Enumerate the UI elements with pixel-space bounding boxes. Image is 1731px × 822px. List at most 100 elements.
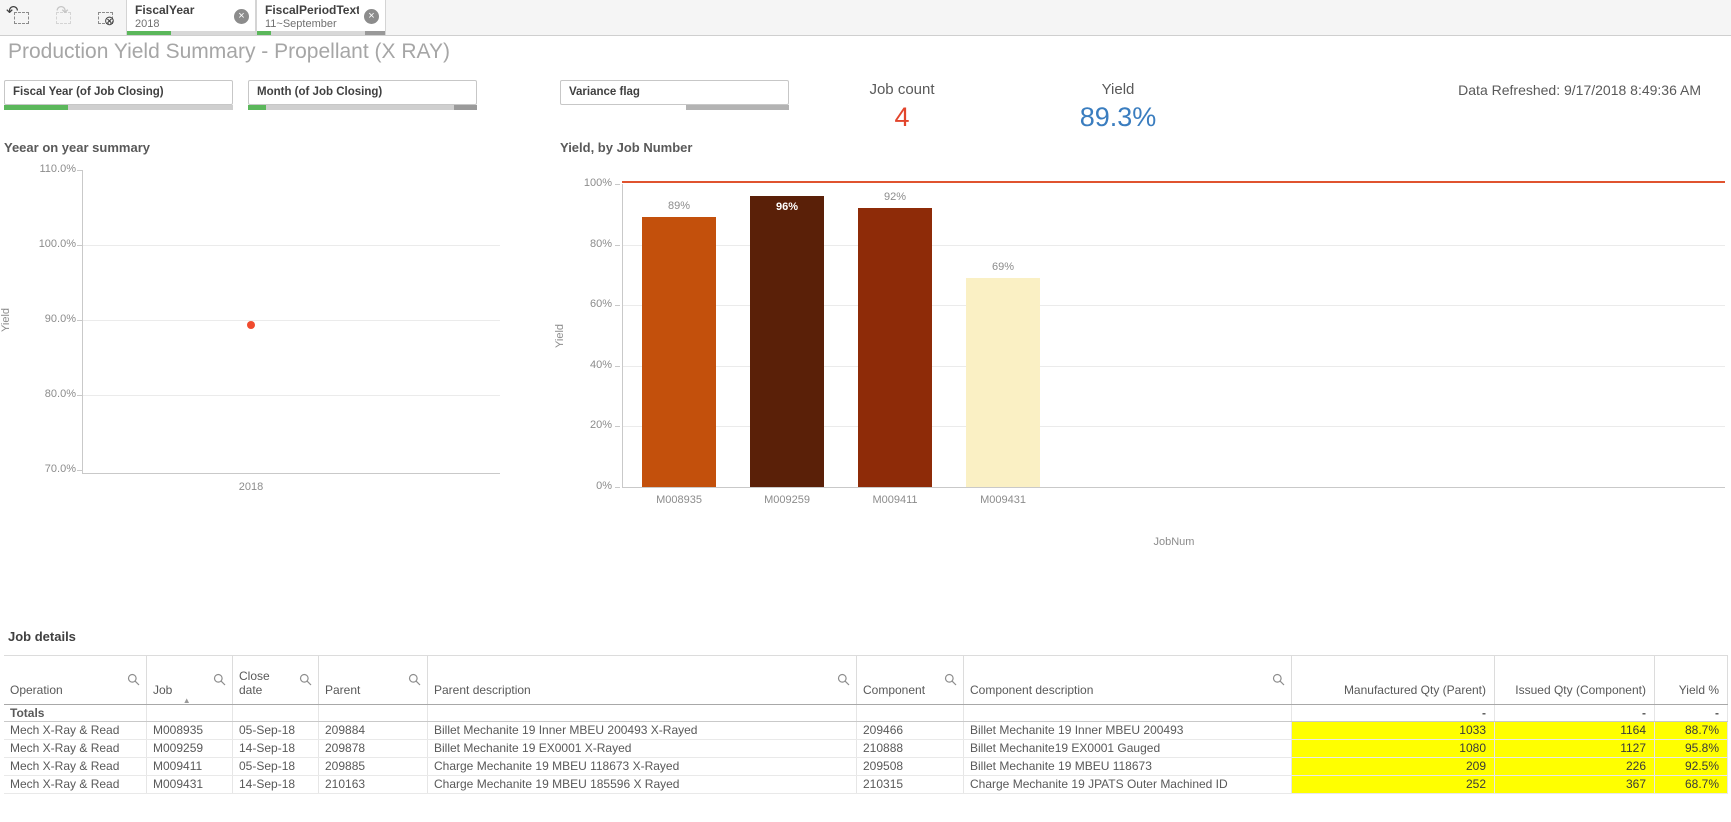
cell[interactable]: 05-Sep-18 xyxy=(233,722,319,739)
column-header-manufactured-qty-parent-[interactable]: Manufactured Qty (Parent) xyxy=(1292,656,1495,704)
cell[interactable]: 1164 xyxy=(1495,722,1655,739)
cell[interactable]: 14-Sep-18 xyxy=(233,776,319,793)
cell[interactable]: 209 xyxy=(1292,758,1495,775)
column-header-close-date[interactable]: Close date xyxy=(233,656,319,704)
table-header-row: Operation Job ▲ Close date Parent Parent desc… xyxy=(4,655,1728,705)
bar-M009411[interactable] xyxy=(858,208,932,487)
cell[interactable]: 05-Sep-18 xyxy=(233,758,319,775)
cell[interactable]: 68.7% xyxy=(1655,776,1728,793)
state-segment xyxy=(248,105,267,110)
column-header-job[interactable]: Job ▲ xyxy=(147,656,233,705)
column-header-label: Component description xyxy=(970,683,1094,697)
cell[interactable]: Billet Mechanite 19 Inner MBEU 200493 X-… xyxy=(428,722,857,739)
kpi-job-count: Job count 4 xyxy=(817,80,987,133)
selection-chip-fiscalperiodtext[interactable]: FiscalPeriodText 11~September × xyxy=(256,0,386,35)
cell[interactable]: Billet Mechanite 19 Inner MBEU 200493 xyxy=(964,722,1292,739)
clear-all-selections-button[interactable]: ⊗ xyxy=(84,0,126,35)
bar-value-label: 96% xyxy=(775,201,799,214)
cell[interactable]: 209508 xyxy=(857,758,964,775)
cell[interactable]: 226 xyxy=(1495,758,1655,775)
cell[interactable]: Mech X-Ray & Read xyxy=(4,776,147,793)
search-icon[interactable] xyxy=(944,673,958,687)
bar-M009259[interactable] xyxy=(750,196,824,487)
y-tick-label: 80% xyxy=(589,237,612,250)
column-header-parent-description[interactable]: Parent description xyxy=(428,656,857,704)
cell: - xyxy=(1655,705,1728,721)
column-header-parent[interactable]: Parent xyxy=(319,656,428,704)
cell[interactable]: 367 xyxy=(1495,776,1655,793)
y-tick-mark xyxy=(615,244,620,246)
y-tick-label: 110.0% xyxy=(39,163,77,175)
gridline xyxy=(82,320,500,321)
cell[interactable]: M009431 xyxy=(147,776,233,793)
cell[interactable]: Billet Mechanite 19 MBEU 118673 xyxy=(964,758,1292,775)
cell[interactable]: 210315 xyxy=(857,776,964,793)
cell[interactable]: Charge Mechanite 19 MBEU 185596 X Rayed xyxy=(428,776,857,793)
cell[interactable]: 88.7% xyxy=(1655,722,1728,739)
column-header-issued-qty-component-[interactable]: Issued Qty (Component) xyxy=(1495,656,1655,704)
cell[interactable]: Mech X-Ray & Read xyxy=(4,722,147,739)
cell[interactable]: 209884 xyxy=(319,722,428,739)
bar-M009431[interactable] xyxy=(966,277,1040,487)
filterbox-fiscal-year-of-job-closing-[interactable]: Fiscal Year (of Job Closing) xyxy=(4,80,233,110)
filterbox-variance-flag[interactable]: Variance flag xyxy=(560,80,789,110)
cell[interactable]: 210888 xyxy=(857,740,964,757)
state-segment xyxy=(271,31,365,35)
data-point-2018[interactable] xyxy=(247,321,255,330)
cell[interactable]: 14-Sep-18 xyxy=(233,740,319,757)
cell[interactable]: 1080 xyxy=(1292,740,1495,757)
search-icon[interactable] xyxy=(408,673,422,687)
chip-field-name: FiscalPeriodText xyxy=(265,3,359,17)
x-axis-line xyxy=(82,473,500,474)
column-header-component-description[interactable]: Component description xyxy=(964,656,1292,704)
state-segment xyxy=(68,105,233,110)
cell[interactable]: Charge Mechanite 19 JPATS Outer Machined… xyxy=(964,776,1292,793)
gridline xyxy=(82,395,500,396)
search-icon[interactable] xyxy=(837,673,851,687)
search-icon[interactable] xyxy=(1272,673,1286,687)
y-axis-title: Yield xyxy=(0,307,13,333)
remove-selection-icon[interactable]: × xyxy=(364,9,379,24)
cell[interactable]: M009259 xyxy=(147,740,233,757)
search-icon[interactable] xyxy=(299,673,313,687)
column-header-component[interactable]: Component xyxy=(857,656,964,704)
cell[interactable]: 252 xyxy=(1292,776,1495,793)
cell[interactable]: Billet Mechanite 19 EX0001 X-Rayed xyxy=(428,740,857,757)
cell[interactable]: 1033 xyxy=(1292,722,1495,739)
cell[interactable]: M008935 xyxy=(147,722,233,739)
search-icon[interactable] xyxy=(213,673,227,687)
table-row: Mech X-Ray & Read M009431 14-Sep-18 210163 C… xyxy=(4,776,1728,794)
cell[interactable]: 92.5% xyxy=(1655,758,1728,775)
cell[interactable]: 1127 xyxy=(1495,740,1655,757)
column-header-yield-[interactable]: Yield % xyxy=(1655,656,1728,704)
job-details-table: Job details Operation Job ▲ Close date Parent… xyxy=(0,625,1731,822)
cell[interactable]: 209878 xyxy=(319,740,428,757)
cell[interactable]: 210163 xyxy=(319,776,428,793)
filterbox-month-of-job-closing-[interactable]: Month (of Job Closing) xyxy=(248,80,477,110)
cell[interactable]: 209885 xyxy=(319,758,428,775)
remove-selection-icon[interactable]: × xyxy=(234,9,249,24)
filterbox-state-bar xyxy=(4,105,233,110)
cell[interactable]: M009411 xyxy=(147,758,233,775)
cell[interactable]: 209466 xyxy=(857,722,964,739)
cell[interactable]: 95.8% xyxy=(1655,740,1728,757)
column-header-label: Parent xyxy=(325,683,361,697)
data-refreshed-text: Data Refreshed: 9/17/2018 8:49:36 AM xyxy=(1458,82,1701,98)
cell[interactable]: Mech X-Ray & Read xyxy=(4,758,147,775)
kpi-label: Yield xyxy=(1101,81,1135,98)
step-back-selection-button[interactable]: ↶ xyxy=(0,0,42,35)
cell[interactable]: Mech X-Ray & Read xyxy=(4,740,147,757)
selections-bar: ↶ ↷ ⊗ FiscalYear 2018 × FiscalPeriodText 11~Se… xyxy=(0,0,1731,36)
cell[interactable]: Charge Mechanite 19 MBEU 118673 X-Rayed xyxy=(428,758,857,775)
cell xyxy=(319,705,428,721)
selection-chip-fiscalyear[interactable]: FiscalYear 2018 × xyxy=(126,0,256,35)
cell xyxy=(857,705,964,721)
search-icon[interactable] xyxy=(127,673,141,687)
cell[interactable]: Billet Mechanite19 EX0001 Gauged xyxy=(964,740,1292,757)
step-back-selection-glyph: ↶ xyxy=(6,3,19,20)
bar-value-label: 92% xyxy=(883,191,907,204)
y-tick-label: 40% xyxy=(589,358,612,371)
column-header-operation[interactable]: Operation xyxy=(4,656,147,704)
filterbox-state-bar xyxy=(560,105,789,110)
bar-M008935[interactable] xyxy=(642,217,716,487)
